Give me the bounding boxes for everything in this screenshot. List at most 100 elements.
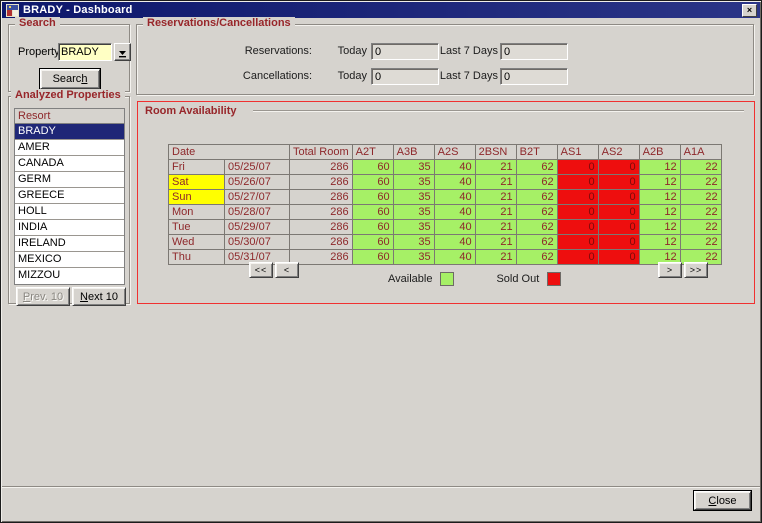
day-cell: Thu <box>168 249 225 265</box>
value-cell: 0 <box>597 159 640 175</box>
value-cell: 21 <box>474 219 517 235</box>
search-section-title: Search <box>15 17 60 29</box>
value-cell: 21 <box>474 249 517 265</box>
window-close-icon[interactable]: × <box>742 3 757 17</box>
page-last-button[interactable]: >> <box>684 262 708 278</box>
resort-list-item[interactable]: MIZZOU <box>15 268 124 284</box>
property-combobox[interactable] <box>58 43 112 61</box>
resort-listbox: Resort BRADY AMER CANADA GERM GREECE HOLL INDI… <box>14 108 125 285</box>
value-cell: 60 <box>351 219 394 235</box>
value-cell: 35 <box>392 234 435 250</box>
column-header: A1A <box>679 144 722 160</box>
dashboard-window: BRADY - Dashboard × Search Property Sear… <box>0 0 762 523</box>
value-cell: 40 <box>433 174 476 190</box>
value-cell: 12 <box>638 174 681 190</box>
availability-row: Sat 05/26/07 286 60 35 40 21 62 0 0 12 22 <box>168 174 722 190</box>
resort-list-item[interactable]: AMER <box>15 140 124 156</box>
resort-list-item[interactable]: BRADY <box>15 124 124 140</box>
day-cell: Sun <box>168 189 225 205</box>
value-cell: 0 <box>556 159 599 175</box>
prev-10-button[interactable]: Prev. 10 <box>16 287 70 306</box>
resort-list-item[interactable]: GREECE <box>15 188 124 204</box>
today-label: Today <box>337 70 367 82</box>
resort-list-header: Resort <box>15 109 124 124</box>
value-cell: 22 <box>679 219 722 235</box>
value-cell: 35 <box>392 219 435 235</box>
date-cell: 05/26/07 <box>224 174 290 190</box>
value-cell: 40 <box>433 249 476 265</box>
resort-list-item[interactable]: INDIA <box>15 220 124 236</box>
value-cell: 0 <box>597 204 640 220</box>
column-header: Total Room <box>289 144 353 160</box>
value-cell: 40 <box>433 189 476 205</box>
title-bar[interactable]: BRADY - Dashboard × <box>2 2 760 18</box>
value-cell: 60 <box>351 159 394 175</box>
page-first-button[interactable]: << <box>249 262 273 278</box>
room-availability-title: Room Availability <box>145 105 237 117</box>
resort-list-item[interactable]: CANADA <box>15 156 124 172</box>
availability-row: Fri 05/25/07 286 60 35 40 21 62 0 0 12 22 <box>168 159 722 175</box>
column-header: AS2 <box>597 144 640 160</box>
page-next-button[interactable]: > <box>658 262 682 278</box>
value-cell: 0 <box>597 189 640 205</box>
today-label: Today <box>337 45 367 57</box>
availability-header-row: Date Total Room A2T A3B A2S 2BSN B2T AS1 AS2 A2B A… <box>168 144 722 160</box>
value-cell: 62 <box>515 174 558 190</box>
value-cell: 12 <box>638 189 681 205</box>
value-cell: 12 <box>638 204 681 220</box>
value-cell: 0 <box>597 219 640 235</box>
property-dropdown-button[interactable] <box>114 43 131 61</box>
resort-list-item[interactable]: IRELAND <box>15 236 124 252</box>
availability-table: Date Total Room A2T A3B A2S 2BSN B2T AS1 AS2 A2B A… <box>168 144 722 265</box>
total-room-cell: 286 <box>289 189 353 205</box>
value-cell: 0 <box>556 189 599 205</box>
value-cell: 0 <box>597 234 640 250</box>
search-button[interactable]: Search <box>39 68 101 90</box>
value-cell: 21 <box>474 234 517 250</box>
value-cell: 35 <box>392 189 435 205</box>
day-cell: Tue <box>168 219 225 235</box>
date-cell: 05/29/07 <box>224 219 290 235</box>
value-cell: 62 <box>515 234 558 250</box>
value-cell: 21 <box>474 189 517 205</box>
day-cell: Sat <box>168 174 225 190</box>
value-cell: 62 <box>515 189 558 205</box>
value-cell: 0 <box>556 219 599 235</box>
reservations-today-field[interactable] <box>371 43 439 60</box>
resort-list-item[interactable]: GERM <box>15 172 124 188</box>
reservations-last7-field[interactable] <box>500 43 568 60</box>
last-7-days-label: Last 7 Days <box>439 45 498 57</box>
value-cell: 35 <box>392 174 435 190</box>
footer-divider <box>2 486 760 488</box>
column-header: Date <box>168 144 290 160</box>
value-cell: 62 <box>515 159 558 175</box>
section-divider <box>253 110 744 112</box>
day-cell: Fri <box>168 159 225 175</box>
sold-out-color-swatch <box>547 272 562 286</box>
value-cell: 22 <box>679 159 722 175</box>
resort-list-item[interactable]: MEXICO <box>15 252 124 268</box>
app-icon <box>6 3 19 17</box>
column-header: B2T <box>515 144 558 160</box>
value-cell: 62 <box>515 219 558 235</box>
value-cell: 35 <box>392 249 435 265</box>
total-room-cell: 286 <box>289 159 353 175</box>
date-cell: 05/25/07 <box>224 159 290 175</box>
cancellations-today-field[interactable] <box>371 68 439 85</box>
reservations-cancellations-title: Reservations/Cancellations <box>143 17 295 29</box>
column-header: AS1 <box>556 144 599 160</box>
cancellations-last7-field[interactable] <box>500 68 568 85</box>
legend: Available Sold Out <box>388 272 562 286</box>
chevron-down-icon <box>119 50 126 57</box>
value-cell: 60 <box>351 234 394 250</box>
page-prev-button[interactable]: < <box>275 262 299 278</box>
day-cell: Wed <box>168 234 225 250</box>
value-cell: 21 <box>474 174 517 190</box>
close-button[interactable]: Close <box>693 490 752 511</box>
next-10-button[interactable]: Next 10 <box>72 287 126 306</box>
value-cell: 60 <box>351 249 394 265</box>
value-cell: 62 <box>515 249 558 265</box>
value-cell: 0 <box>556 234 599 250</box>
resort-list-item[interactable]: HOLL <box>15 204 124 220</box>
value-cell: 40 <box>433 204 476 220</box>
